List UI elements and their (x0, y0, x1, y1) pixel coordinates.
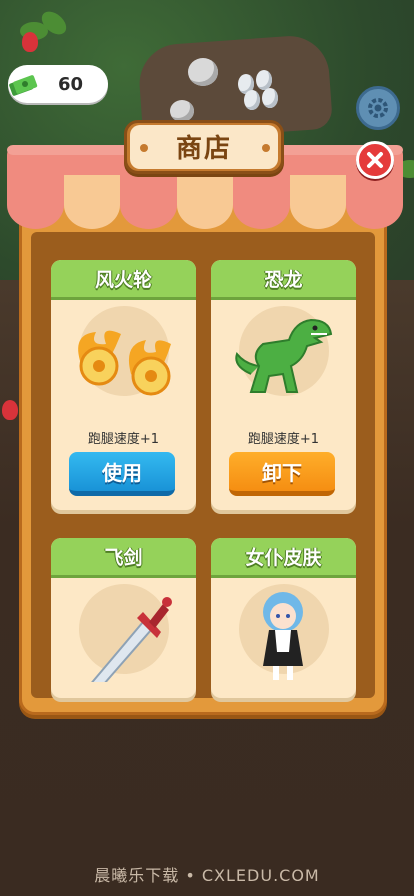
watermark: 晨曦乐下载 • CXLEDU.COM (94, 866, 320, 885)
gear-icon (368, 98, 388, 118)
item-name: 恐龙 (211, 260, 356, 300)
strawberry (22, 32, 38, 52)
dinosaur-icon (235, 318, 333, 393)
money-value: 60 (58, 74, 84, 95)
egg (244, 90, 260, 110)
item-description: 跑腿速度+1 (247, 432, 320, 447)
item-name: 飞剑 (51, 538, 196, 578)
use-button[interactable]: 使用 (69, 452, 175, 496)
item-description: 跑腿速度+1 (87, 432, 160, 447)
unequip-button[interactable]: 卸下 (229, 452, 335, 496)
item-name: 风火轮 (51, 260, 196, 300)
egg (256, 70, 272, 90)
item-name: 女仆皮肤 (211, 538, 356, 578)
strawberry (2, 400, 18, 420)
shop-item-maid-skin[interactable]: 女仆皮肤 (211, 538, 356, 698)
close-button[interactable] (356, 141, 394, 179)
sword-icon (91, 597, 172, 682)
close-icon (367, 152, 383, 168)
chicken (188, 58, 218, 86)
shop-item-wind-fire-wheels[interactable]: 风火轮 跑腿速度+1 使用 (51, 260, 196, 510)
cash-icon (9, 75, 38, 96)
shop-item-dinosaur[interactable]: 恐龙 跑腿速度+1 卸下 (211, 260, 356, 510)
settings-button[interactable] (356, 86, 400, 130)
shop-title: 商店 (175, 134, 232, 164)
fire-wheels-icon (78, 330, 171, 396)
chicken (170, 100, 194, 122)
shop-item-flying-sword[interactable]: 飞剑 (51, 538, 196, 698)
egg (262, 88, 278, 108)
maid-character-icon (263, 592, 303, 680)
